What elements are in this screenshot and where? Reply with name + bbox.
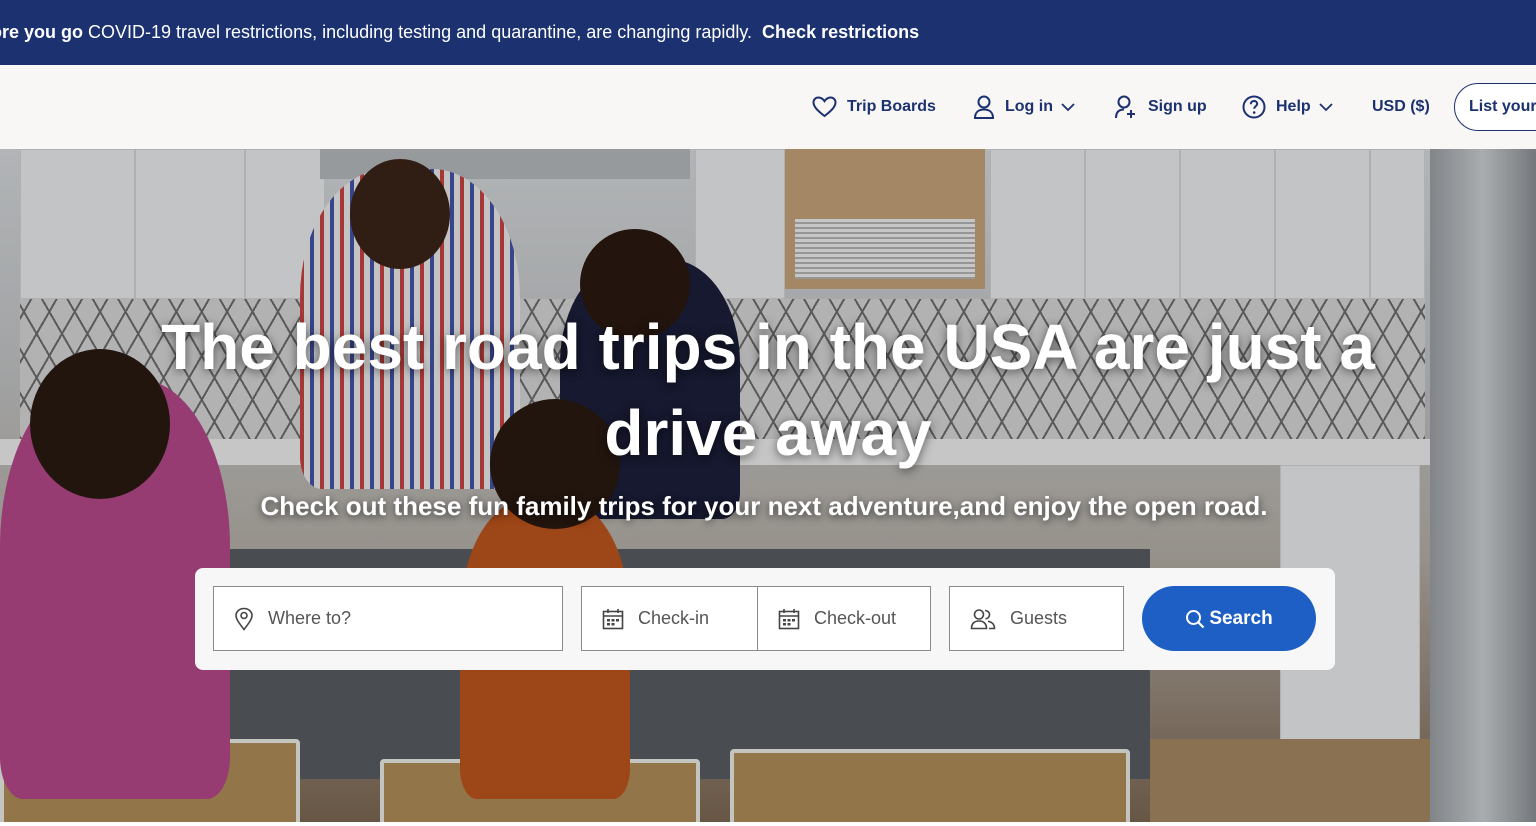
covid-banner: ore you go COVID-19 travel restrictions,… [0,0,1536,65]
check-out-input[interactable] [814,608,924,629]
destination-input[interactable] [268,608,508,629]
help-menu[interactable]: Help [1242,65,1333,149]
user-icon [973,95,995,119]
check-in-input[interactable] [638,608,748,629]
list-property-button[interactable]: List your [1454,83,1536,131]
currency-label: USD ($) [1372,98,1430,115]
guests-field[interactable] [949,586,1124,651]
search-button[interactable]: Search [1142,586,1316,651]
add-user-icon [1114,95,1138,119]
trip-boards-label: Trip Boards [847,98,936,115]
search-icon [1185,609,1205,629]
hero-section: The best road trips in the USA are just … [0,149,1536,822]
chevron-down-icon [1061,102,1075,112]
guests-icon [970,608,996,630]
banner-message: COVID-19 travel restrictions, including … [88,22,753,42]
log-in-menu[interactable]: Log in [973,65,1075,149]
sign-up-link[interactable]: Sign up [1114,65,1207,149]
help-label: Help [1276,98,1311,115]
heart-icon [812,96,837,118]
location-pin-icon [234,607,254,631]
destination-field[interactable] [213,586,563,651]
search-panel: Search [195,568,1335,670]
check-restrictions-link[interactable]: Check restrictions [762,22,919,43]
guests-input[interactable] [1010,608,1120,629]
log-in-label: Log in [1005,98,1053,115]
check-in-field[interactable] [581,586,758,651]
help-circle-icon [1242,95,1266,119]
site-header: Trip Boards Log in Sign up Help USD ($) … [0,65,1536,149]
list-property-label: List your [1469,98,1536,115]
chevron-down-icon [1319,102,1333,112]
banner-lead: ore you go [0,22,84,42]
check-out-field[interactable] [757,586,931,651]
sign-up-label: Sign up [1148,98,1207,115]
search-button-label: Search [1209,607,1273,629]
hero-title: The best road trips in the USA are just … [161,311,1375,469]
trip-boards-link[interactable]: Trip Boards [812,65,936,149]
calendar-icon [778,608,800,630]
currency-selector[interactable]: USD ($) [1372,65,1430,149]
hero-subtitle: Check out these fun family trips for you… [260,491,1268,521]
calendar-icon [602,608,624,630]
hero-overlay [0,149,1536,822]
